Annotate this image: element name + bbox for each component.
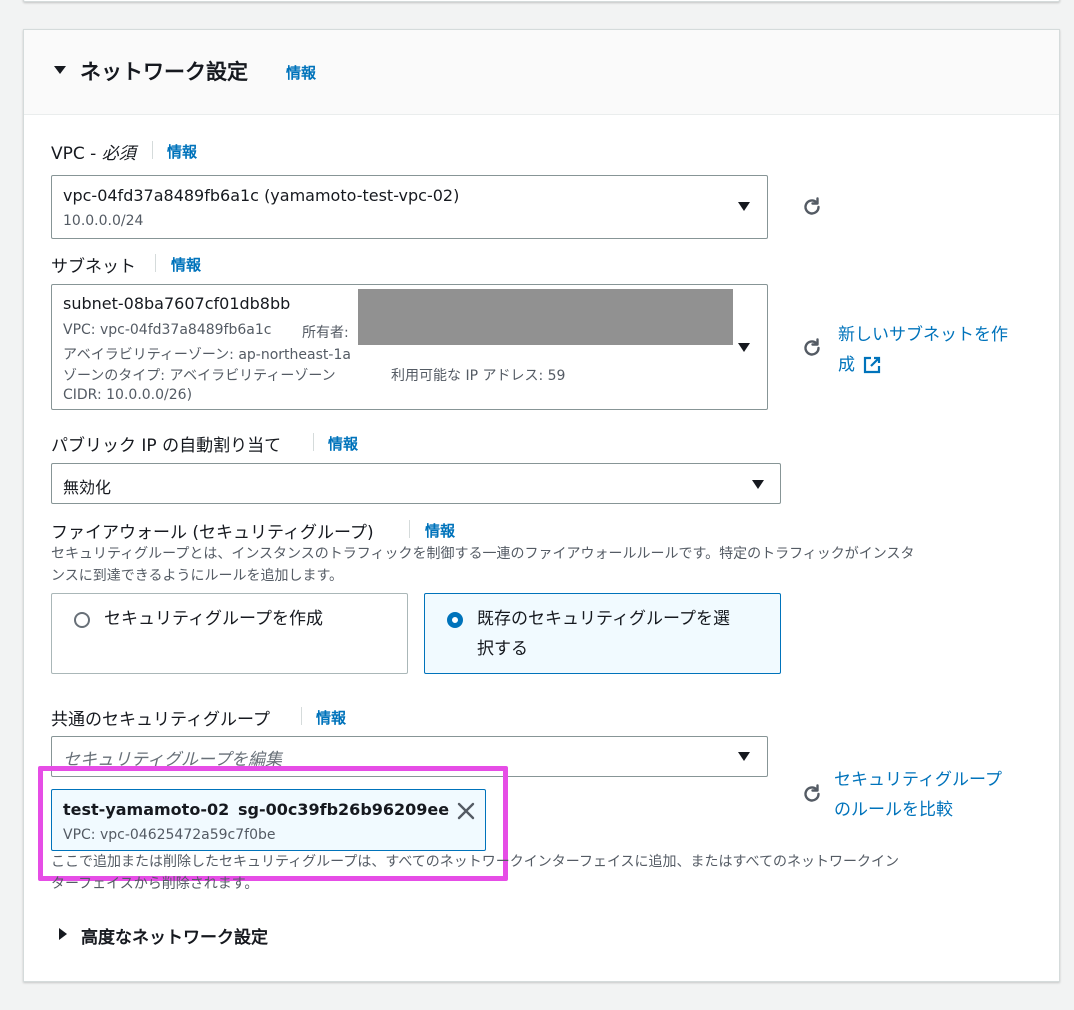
create-subnet-link[interactable]: 新しいサブネットを作 成 bbox=[838, 320, 1038, 380]
common-sg-refresh-icon[interactable] bbox=[801, 783, 823, 805]
vpc-value: vpc-04fd37a8489fb6a1c (yamamoto-test-vpc… bbox=[63, 186, 460, 205]
owner-redaction bbox=[358, 289, 733, 345]
public-ip-dropdown-caret-icon bbox=[752, 480, 764, 489]
vpc-separator bbox=[152, 141, 153, 159]
create-sg-radio[interactable] bbox=[74, 612, 90, 628]
firewall-description-line1: セキュリティグループとは、インスタンスのトラフィックを制御する一連のファイアウォ… bbox=[51, 546, 915, 562]
panel-header: ネットワーク設定 情報 bbox=[24, 30, 1059, 115]
firewall-description-line2: ンスに到達できるようにルールを追加します。 bbox=[51, 568, 344, 584]
existing-sg-option[interactable]: 既存のセキュリティグループを選 択する bbox=[424, 593, 781, 674]
section-info-link[interactable]: 情報 bbox=[286, 62, 316, 83]
firewall-label: ファイアウォール (セキュリティグループ) bbox=[51, 523, 374, 543]
common-sg-label: 共通のセキュリティグループ bbox=[51, 710, 270, 730]
public-ip-label: パブリック IP の自動割り当て bbox=[51, 436, 282, 456]
create-subnet-link-line2: 成 bbox=[838, 355, 855, 375]
vpc-refresh-icon[interactable] bbox=[801, 196, 823, 218]
public-ip-info-link[interactable]: 情報 bbox=[328, 433, 358, 454]
subnet-label: サブネット bbox=[51, 257, 136, 277]
compare-sg-rules-link-line1: セキュリティグループ bbox=[834, 770, 1002, 790]
create-sg-option-label: セキュリティグループを作成 bbox=[104, 609, 323, 629]
collapse-caret-icon[interactable] bbox=[54, 66, 66, 74]
firewall-info-link[interactable]: 情報 bbox=[425, 520, 455, 541]
create-sg-option[interactable]: セキュリティグループを作成 bbox=[51, 593, 408, 674]
subnet-available-ips: 利用可能な IP アドレス: 59 bbox=[391, 368, 566, 384]
advanced-network-settings-toggle[interactable]: 高度なネットワーク設定 bbox=[81, 923, 268, 948]
existing-sg-option-label-line1: 既存のセキュリティグループを選 bbox=[477, 609, 730, 629]
subnet-cidr: CIDR: 10.0.0.0/26) bbox=[63, 387, 193, 403]
subnet-value: subnet-08ba7607cf01db8bb bbox=[63, 294, 291, 313]
vpc-label: VPC - 必須 bbox=[51, 139, 136, 164]
expand-caret-icon[interactable] bbox=[59, 928, 67, 940]
vpc-dropdown-caret-icon bbox=[738, 202, 750, 211]
vpc-select[interactable]: vpc-04fd37a8489fb6a1c (yamamoto-test-vpc… bbox=[51, 175, 768, 239]
firewall-description: セキュリティグループとは、インスタンスのトラフィックを制御する一連のファイアウォ… bbox=[51, 543, 1041, 587]
existing-sg-radio[interactable] bbox=[447, 612, 463, 628]
common-sg-dropdown-caret-icon bbox=[738, 752, 750, 761]
common-sg-note: ここで追加または削除したセキュリティグループは、すべてのネットワークインターフェ… bbox=[51, 851, 1041, 895]
existing-sg-option-label-line2: 択する bbox=[477, 639, 528, 659]
subnet-owner-label: 所有者: bbox=[302, 325, 349, 341]
subnet-info-link[interactable]: 情報 bbox=[171, 254, 201, 275]
existing-sg-option-label: 既存のセキュリティグループを選 択する bbox=[477, 604, 730, 664]
firewall-separator bbox=[409, 520, 410, 538]
external-link-icon bbox=[863, 356, 881, 374]
subnet-separator bbox=[155, 254, 156, 272]
subnet-refresh-icon[interactable] bbox=[801, 337, 823, 359]
vpc-required: 必須 bbox=[101, 144, 136, 164]
vpc-cidr: 10.0.0.0/24 bbox=[63, 213, 144, 229]
common-sg-separator bbox=[301, 707, 302, 725]
public-ip-select[interactable]: 無効化 bbox=[51, 463, 781, 504]
section-title[interactable]: ネットワーク設定 bbox=[80, 56, 248, 86]
vpc-info-link[interactable]: 情報 bbox=[167, 141, 197, 162]
common-sg-note-line1: ここで追加または削除したセキュリティグループは、すべてのネットワークインターフェ… bbox=[51, 854, 899, 870]
common-sg-note-line2: ターフェイスから削除されます。 bbox=[51, 876, 259, 892]
subnet-dropdown-caret-icon bbox=[738, 343, 750, 352]
vpc-label-text: VPC - bbox=[51, 144, 102, 164]
previous-panel-edge bbox=[23, 0, 1060, 2]
common-sg-info-link[interactable]: 情報 bbox=[316, 707, 346, 728]
subnet-zone-type: ゾーンのタイプ: アベイラビリティーゾーン bbox=[63, 368, 336, 384]
compare-sg-rules-link[interactable]: セキュリティグループ のルールを比較 bbox=[834, 765, 1002, 825]
subnet-vpc: VPC: vpc-04fd37a8489fb6a1c bbox=[63, 322, 272, 338]
public-ip-separator bbox=[313, 433, 314, 451]
create-subnet-link-line1: 新しいサブネットを作 bbox=[838, 325, 1008, 345]
public-ip-value: 無効化 bbox=[63, 478, 112, 497]
subnet-az: アベイラビリティーゾーン: ap-northeast-1a bbox=[63, 347, 351, 363]
compare-sg-rules-link-line2: のルールを比較 bbox=[834, 800, 953, 820]
